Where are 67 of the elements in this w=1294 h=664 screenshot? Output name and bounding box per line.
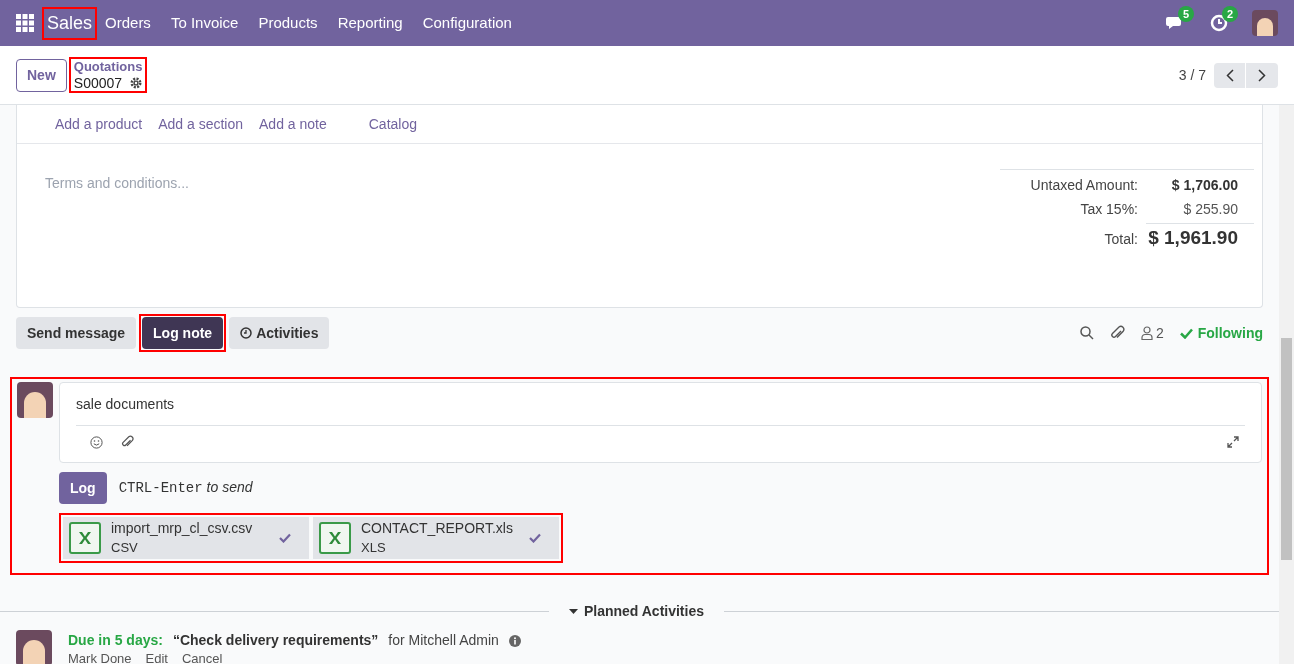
new-button[interactable]: New xyxy=(16,58,67,92)
user-avatar xyxy=(17,382,53,418)
activities-button[interactable]: Activities xyxy=(229,317,330,349)
log-button[interactable]: Log xyxy=(59,472,107,504)
message-text: sale documents xyxy=(76,383,1245,426)
paperclip-icon[interactable] xyxy=(1109,325,1125,341)
info-icon[interactable] xyxy=(508,634,521,647)
check-icon xyxy=(1179,327,1193,339)
attachment-type: CSV xyxy=(111,539,139,557)
previous-button[interactable] xyxy=(1214,62,1246,88)
menu-item[interactable]: Orders xyxy=(105,11,151,35)
log-note-button[interactable]: Log note xyxy=(142,317,224,349)
activity-action-link[interactable]: Mark Done xyxy=(68,651,132,664)
clock-icon[interactable] xyxy=(1210,14,1228,32)
spreadsheet-file-icon xyxy=(69,522,101,554)
chevron-left-icon xyxy=(1225,68,1234,82)
attachment-name: import_mrp_cl_csv.csv xyxy=(111,519,254,538)
user-avatar xyxy=(16,630,52,664)
activity-action-link[interactable]: Cancel xyxy=(182,651,223,664)
expand-icon[interactable] xyxy=(1227,436,1239,448)
next-button[interactable] xyxy=(1246,62,1278,88)
scrollbar[interactable] xyxy=(1279,105,1294,664)
total-value: $ 255.90 xyxy=(1182,200,1239,219)
paperclip-icon[interactable] xyxy=(121,435,134,449)
line-action-link[interactable]: Add a product xyxy=(55,113,143,135)
gear-icon[interactable] xyxy=(130,77,143,89)
attachment-card[interactable]: CONTACT_REPORT.xls XLS xyxy=(313,517,559,559)
menu-item[interactable]: Reporting xyxy=(337,11,403,35)
attachment-type: XLS xyxy=(361,539,387,557)
record-name: S00007 xyxy=(73,75,123,91)
activity-action-link[interactable]: Edit xyxy=(145,651,168,664)
menu-item[interactable]: Configuration xyxy=(422,11,512,35)
clock-icon xyxy=(240,327,253,339)
total-label: Untaxed Amount: xyxy=(1029,176,1138,195)
section-title[interactable]: Planned Activities xyxy=(583,601,704,622)
assignee-text: for Mitchell Admin xyxy=(388,631,499,650)
message-editor[interactable]: sale documents xyxy=(59,382,1262,463)
app-name[interactable]: Sales xyxy=(47,12,93,33)
menu-item[interactable]: Products xyxy=(258,11,318,35)
line-action-link[interactable]: Catalog xyxy=(368,113,417,135)
activity-summary: “Check delivery requirements” xyxy=(172,631,379,650)
line-action-link[interactable]: Add a note xyxy=(259,113,327,135)
total-value: $ 1,961.90 xyxy=(1146,223,1254,253)
chevron-right-icon xyxy=(1258,68,1266,82)
caret-down-icon xyxy=(568,609,578,614)
attachment-card[interactable]: import_mrp_cl_csv.csv CSV xyxy=(63,517,309,559)
emoji-icon[interactable] xyxy=(90,435,103,449)
attachment-name: CONTACT_REPORT.xls xyxy=(361,519,514,538)
send-shortcut-hint: CTRL-Enter to send xyxy=(118,478,253,498)
pager-value: 3 / 7 xyxy=(1178,65,1206,85)
following-button[interactable]: Following xyxy=(1179,322,1263,344)
message-count-badge: 5 xyxy=(1178,6,1195,22)
menu-item[interactable]: To Invoice xyxy=(170,11,239,35)
activity-count-badge: 2 xyxy=(1222,6,1239,22)
due-label: Due in 5 days: xyxy=(68,631,163,650)
person-icon[interactable] xyxy=(1140,326,1153,340)
breadcrumb-link[interactable]: Quotations xyxy=(73,59,143,75)
send-message-button[interactable]: Send message xyxy=(16,317,137,349)
total-label: Total: xyxy=(1103,230,1138,249)
total-label: Tax 15%: xyxy=(1079,200,1138,219)
total-value: $ 1,706.00 xyxy=(1170,176,1239,195)
search-icon[interactable] xyxy=(1079,326,1094,340)
user-avatar[interactable] xyxy=(1252,10,1278,36)
line-action-link[interactable]: Add a section xyxy=(158,113,243,135)
follower-count[interactable]: 2 xyxy=(1155,322,1164,344)
app-grid-icon[interactable] xyxy=(16,14,34,32)
spreadsheet-file-icon xyxy=(319,522,351,554)
